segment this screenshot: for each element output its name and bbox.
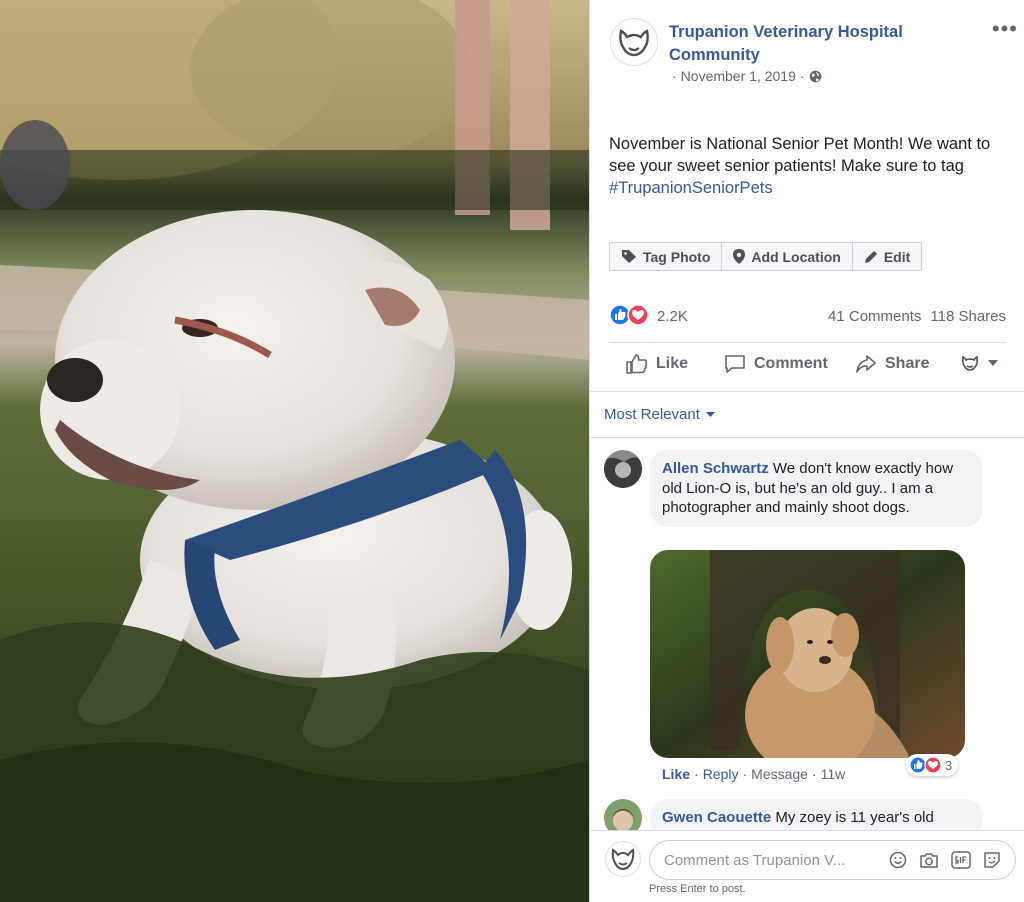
caret-down-icon [988,360,998,366]
emoji-icon[interactable] [889,851,907,869]
comment-label: Comment [754,355,828,372]
love-reaction-icon [924,756,942,774]
post-body: November is National Senior Pet Month! W… [609,135,991,175]
commenter-avatar[interactable] [604,450,642,488]
post-photo[interactable] [0,0,589,902]
edit-label: Edit [883,248,911,265]
location-pin-icon [733,249,746,264]
globe-icon [809,70,821,82]
meta-separator: · [672,68,677,84]
separator: · [742,766,748,782]
comment-bubble: Allen Schwartz We don't know exactly how… [650,450,983,527]
comment-message-link[interactable]: Message [751,766,808,782]
comment-like-link[interactable]: Like [662,766,690,782]
stats-right: 41 Comments 118 Shares [828,308,1006,325]
composer-hint: Press Enter to post. [649,883,746,895]
separator: · [694,766,699,782]
comment-input-placeholder: Comment as Trupanion V... [664,851,846,869]
comment-timestamp[interactable]: 11w [821,766,846,782]
composer-icons [889,851,1001,869]
comment-author-link[interactable]: Gwen Caouette [662,809,771,826]
golden-retriever-photo-image [650,550,965,758]
dog-face-logo-icon [611,848,635,871]
shares-count-link[interactable]: 118 Shares [930,308,1006,325]
post-actions: Like Comment Share [609,352,1006,382]
reaction-count[interactable]: 2.2K [657,308,688,325]
comment-input[interactable]: Comment as Trupanion V... [649,840,1016,880]
post-stats: 2.2K 41 Comments 118 Shares [609,304,1006,330]
comment-author-link[interactable]: Allen Schwartz [662,460,769,477]
page-name-link[interactable]: Trupanion Veterinary Hospital Community [669,21,959,67]
comment-reaction-count: 3 [945,757,953,773]
tag-icon [622,250,636,263]
photo-tools-bar: Tag Photo Add Location Edit [609,242,923,271]
avatar-photo-image [604,799,642,830]
comment-button[interactable]: Comment [724,354,828,374]
comment-photo[interactable] [650,550,965,758]
comment-actions: Like · Reply · Message · 11w [662,766,845,782]
love-reaction-icon [627,304,649,326]
commenter-avatar[interactable] [604,799,642,830]
share-arrow-icon [856,355,876,373]
reaction-icons[interactable] [609,304,649,326]
pencil-icon [864,250,877,263]
camera-icon[interactable] [919,852,939,869]
comment-text: My zoey is 11 year's old [775,809,934,826]
comment-bubble: Gwen Caouette My zoey is 11 year's old [650,799,983,830]
comment-reactions[interactable]: 3 [906,754,959,776]
gif-icon[interactable] [951,851,971,869]
like-button[interactable]: Like [626,354,688,374]
page-avatar-small-icon [961,355,979,371]
tag-photo-button[interactable]: Tag Photo [610,243,723,270]
post-as-selector[interactable] [960,354,998,372]
page-avatar[interactable] [610,18,658,66]
meta-separator-dot: · [799,68,805,84]
tag-photo-label: Tag Photo [643,248,711,265]
add-location-label: Add Location [751,248,841,265]
share-button[interactable]: Share [855,354,929,374]
comment-sort-dropdown[interactable]: Most Relevant [604,406,715,423]
comment-reply-link[interactable]: Reply [703,766,739,782]
post-date[interactable]: November 1, 2019 [681,68,796,84]
comment-bubble-icon [725,355,745,373]
edit-button[interactable]: Edit [853,243,921,270]
sticker-icon[interactable] [983,851,1001,869]
post-header: Trupanion Veterinary Hospital Community … [610,18,1017,84]
comments-count-link[interactable]: 41 Comments [828,308,921,325]
add-location-button[interactable]: Add Location [722,243,853,270]
composer-avatar [605,841,641,877]
post-meta: · November 1, 2019 · [672,68,822,84]
post-text: November is National Senior Pet Month! W… [609,133,1005,199]
like-label: Like [656,355,689,372]
hashtag-link[interactable]: #TrupanionSeniorPets [609,179,773,197]
more-options-icon[interactable]: ••• [992,18,1018,40]
thumbs-up-icon [626,354,648,374]
comment-composer: Comment as Trupanion V... Press Enter to… [590,830,1024,902]
dog-photo-image [0,0,589,902]
stats-divider [609,342,1006,343]
comments-list: Allen Schwartz We don't know exactly how… [590,437,1024,830]
avatar-photo-image [604,450,642,488]
share-label: Share [885,355,930,372]
separator: · [811,766,817,782]
actions-divider [590,391,1024,392]
dog-face-logo-icon [619,29,649,57]
sort-label: Most Relevant [604,406,700,423]
caret-down-icon [705,412,715,417]
post-detail-panel: Trupanion Veterinary Hospital Community … [589,0,1024,902]
